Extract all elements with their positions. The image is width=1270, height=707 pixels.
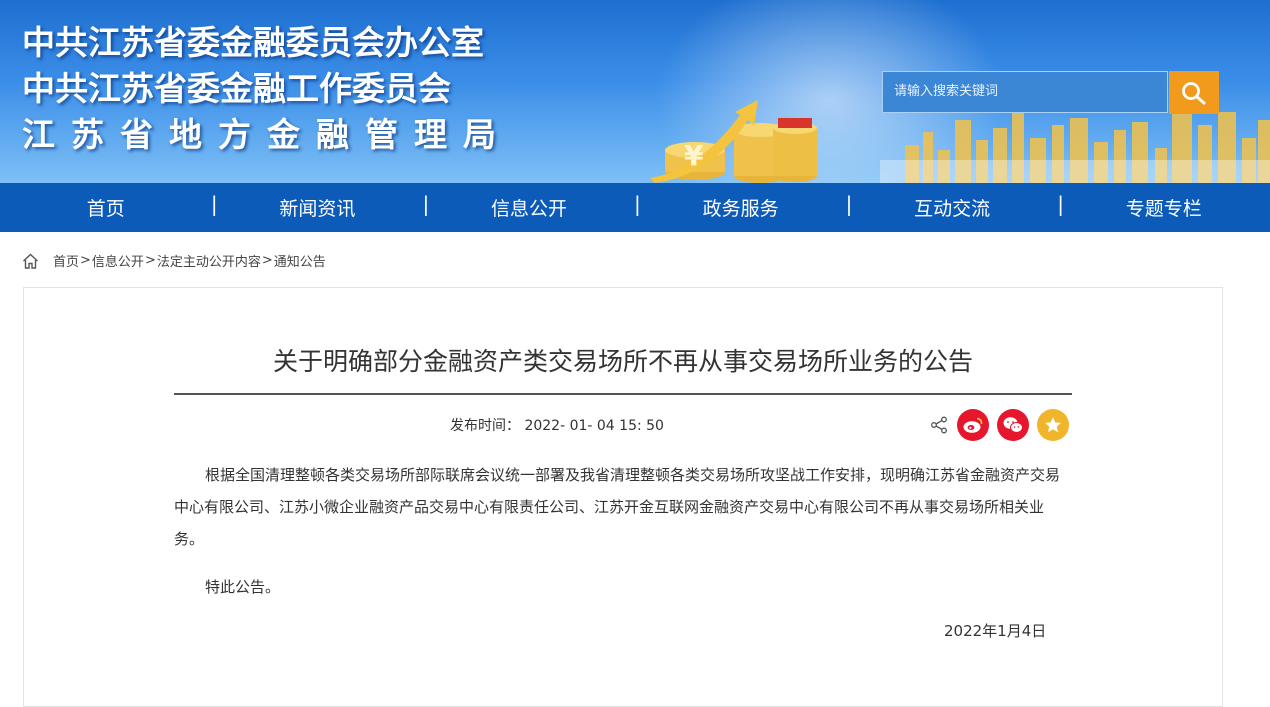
- nav-item-special-topics[interactable]: 专题专栏: [1058, 194, 1270, 221]
- article-paragraph: 根据全国清理整顿各类交易场所部际联席会议统一部署及我省清理整顿各类交易场所攻坚战…: [174, 466, 1061, 548]
- nav-item-home[interactable]: 首页 |: [0, 192, 218, 221]
- publish-time: 2022- 01- 04 15: 50: [524, 418, 664, 434]
- title-divider: [174, 393, 1072, 395]
- breadcrumb: 首页 > 信息公开 > 法定主动公开内容 > 通知公告: [22, 251, 326, 270]
- nav-label: 新闻资讯: [279, 198, 356, 220]
- search-input[interactable]: 请输入搜索关键词: [882, 71, 1168, 113]
- title-line-2: 中共江苏省委金融工作委员会: [22, 69, 451, 108]
- breadcrumb-separator: >: [261, 253, 273, 268]
- share-icon[interactable]: [930, 416, 948, 434]
- nav-item-news[interactable]: 新闻资讯 |: [212, 192, 429, 221]
- breadcrumb-notices[interactable]: 通知公告: [274, 251, 326, 270]
- title-line-1: 中共江苏省委金融委员会办公室: [22, 23, 484, 62]
- svg-text:¥: ¥: [684, 139, 704, 172]
- title-line-3: 江苏省地方金融管理局: [22, 115, 512, 154]
- nav-item-info-disclosure[interactable]: 信息公开 |: [423, 192, 641, 221]
- breadcrumb-statutory-content[interactable]: 法定主动公开内容: [157, 251, 261, 270]
- article-title: 关于明确部分金融资产类交易场所不再从事交易场所业务的公告: [272, 347, 973, 376]
- home-icon[interactable]: [22, 253, 39, 269]
- nav-label: 信息公开: [490, 198, 567, 220]
- favorite-icon: [1045, 417, 1061, 433]
- article-body: 根据全国清理整顿各类交易场所部际联席会议统一部署及我省清理整顿各类交易场所攻坚战…: [174, 459, 1072, 603]
- breadcrumb-separator: >: [144, 253, 156, 268]
- nav-label: 专题专栏: [1125, 198, 1202, 220]
- share-weibo-button[interactable]: [957, 409, 989, 441]
- share-bar: [930, 409, 1069, 441]
- breadcrumb-home[interactable]: 首页: [53, 251, 79, 270]
- weibo-icon: [963, 417, 983, 433]
- search-button[interactable]: [1169, 71, 1219, 114]
- publish-info: 发布时间： 2022- 01- 04 15: 50: [450, 415, 664, 435]
- nav-label: 政务服务: [702, 198, 779, 220]
- publish-label: 发布时间：: [450, 418, 520, 434]
- share-favorite-button[interactable]: [1037, 409, 1069, 441]
- nav-item-interaction[interactable]: 互动交流 |: [846, 192, 1064, 221]
- breadcrumb-separator: >: [80, 253, 91, 268]
- search-icon: [1182, 82, 1206, 105]
- nav-label: 互动交流: [914, 198, 991, 220]
- site-header: ¥ 中共江苏省委金融委员会办公室 中共江苏省委金融工作委员会 江苏省地方金融管理…: [0, 0, 1270, 183]
- wechat-icon: [1003, 417, 1023, 433]
- signature-date: 2022年1月4日: [944, 622, 1047, 640]
- share-wechat-button[interactable]: [997, 409, 1029, 441]
- main-nav: 首页 | 新闻资讯 | 信息公开 | 政务服务 | 互动交流 | 专题专栏: [0, 183, 1270, 232]
- nav-item-gov-services[interactable]: 政务服务 |: [635, 192, 853, 221]
- breadcrumb-info-disclosure[interactable]: 信息公开: [92, 251, 144, 270]
- site-title: 中共江苏省委金融委员会办公室 中共江苏省委金融工作委员会 江苏省地方金融管理局: [22, 20, 512, 158]
- nav-label: 首页: [86, 198, 125, 220]
- article-closing: 特此公告。: [205, 578, 281, 596]
